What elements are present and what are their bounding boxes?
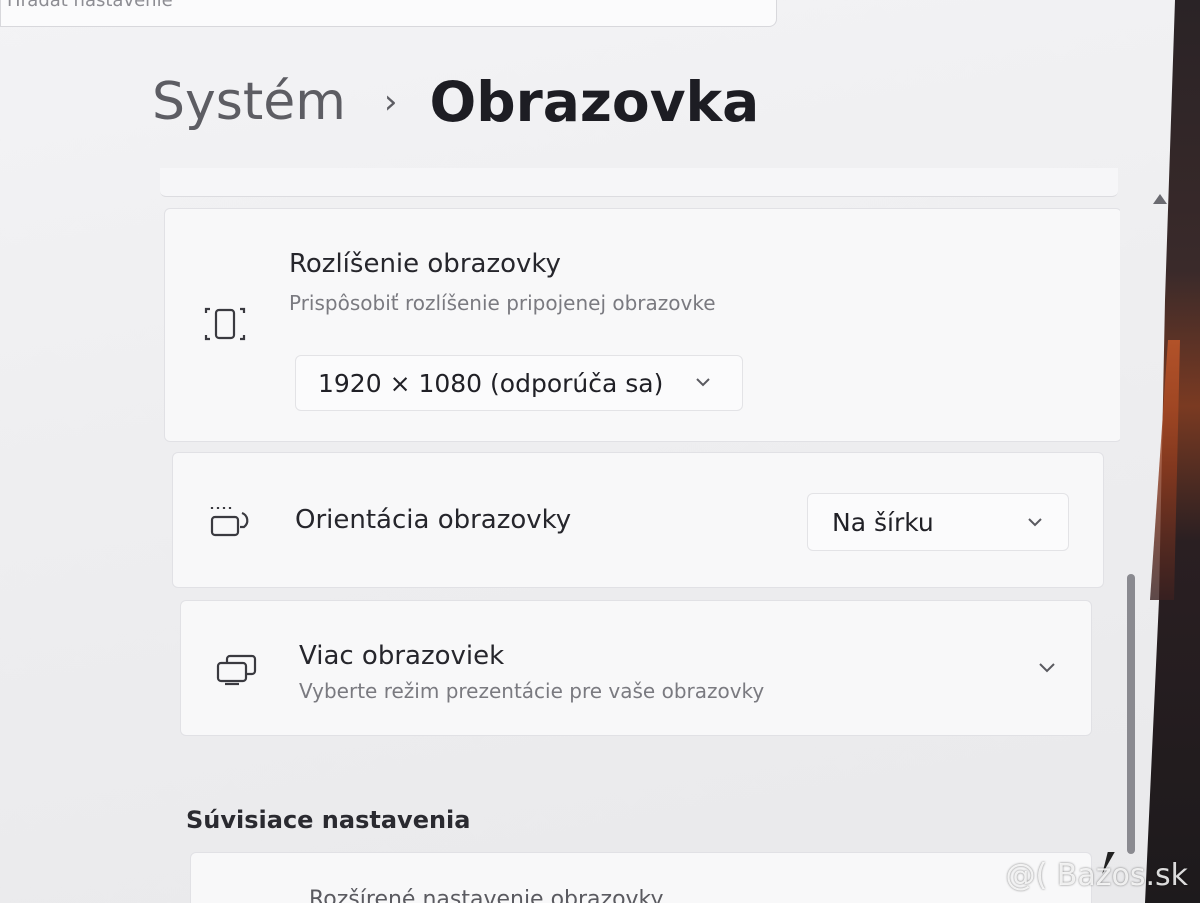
chevron-down-icon xyxy=(696,378,710,387)
orientation-icon xyxy=(209,505,255,543)
search-box[interactable]: Hľadať nastavenie xyxy=(0,0,777,27)
orientation-card: Orientácia obrazovky Na šírku xyxy=(172,452,1104,588)
chevron-down-icon[interactable] xyxy=(1037,661,1057,675)
resolution-subtitle: Prispôsobiť rozlíšenie pripojenej obrazo… xyxy=(289,291,716,315)
breadcrumb: Systém › Obrazovka xyxy=(152,70,759,134)
orientation-title: Orientácia obrazovky xyxy=(295,505,572,535)
settings-list: Rozlíšenie obrazovky Prispôsobiť rozlíše… xyxy=(160,168,1120,903)
resolution-value: 1920 × 1080 (odporúča sa) xyxy=(318,368,664,398)
scrollbar-thumb[interactable] xyxy=(1127,574,1135,854)
watermark: @( Bazos.sk xyxy=(1005,858,1188,893)
resolution-card: Rozlíšenie obrazovky Prispôsobiť rozlíše… xyxy=(164,208,1120,442)
multiple-displays-icon xyxy=(215,653,259,691)
breadcrumb-parent-link[interactable]: Systém xyxy=(152,72,346,132)
multiple-displays-subtitle: Vyberte režim prezentácie pre vaše obraz… xyxy=(299,679,765,703)
page-title: Obrazovka xyxy=(429,70,760,134)
scroll-up-arrow-icon[interactable] xyxy=(1153,194,1167,204)
resolution-dropdown[interactable]: 1920 × 1080 (odporúča sa) xyxy=(295,355,743,411)
orientation-value: Na šírku xyxy=(832,507,934,537)
resolution-icon xyxy=(203,305,247,347)
multiple-displays-title: Viac obrazoviek xyxy=(299,641,505,671)
orientation-dropdown[interactable]: Na šírku xyxy=(807,493,1069,551)
related-settings-heading: Súvisiace nastavenia xyxy=(186,806,471,834)
previous-card-edge xyxy=(160,168,1118,197)
breadcrumb-separator: › xyxy=(383,82,398,122)
resolution-title: Rozlíšenie obrazovky xyxy=(289,249,561,279)
advanced-display-label: Rozšírené nastavenie obrazovky xyxy=(309,887,664,903)
chevron-down-icon xyxy=(1028,518,1042,527)
multiple-displays-card[interactable]: Viac obrazoviek Vyberte režim prezentáci… xyxy=(180,600,1092,736)
search-placeholder: Hľadať nastavenie xyxy=(7,0,173,11)
advanced-display-card[interactable]: Rozšírené nastavenie obrazovky xyxy=(190,852,1092,903)
